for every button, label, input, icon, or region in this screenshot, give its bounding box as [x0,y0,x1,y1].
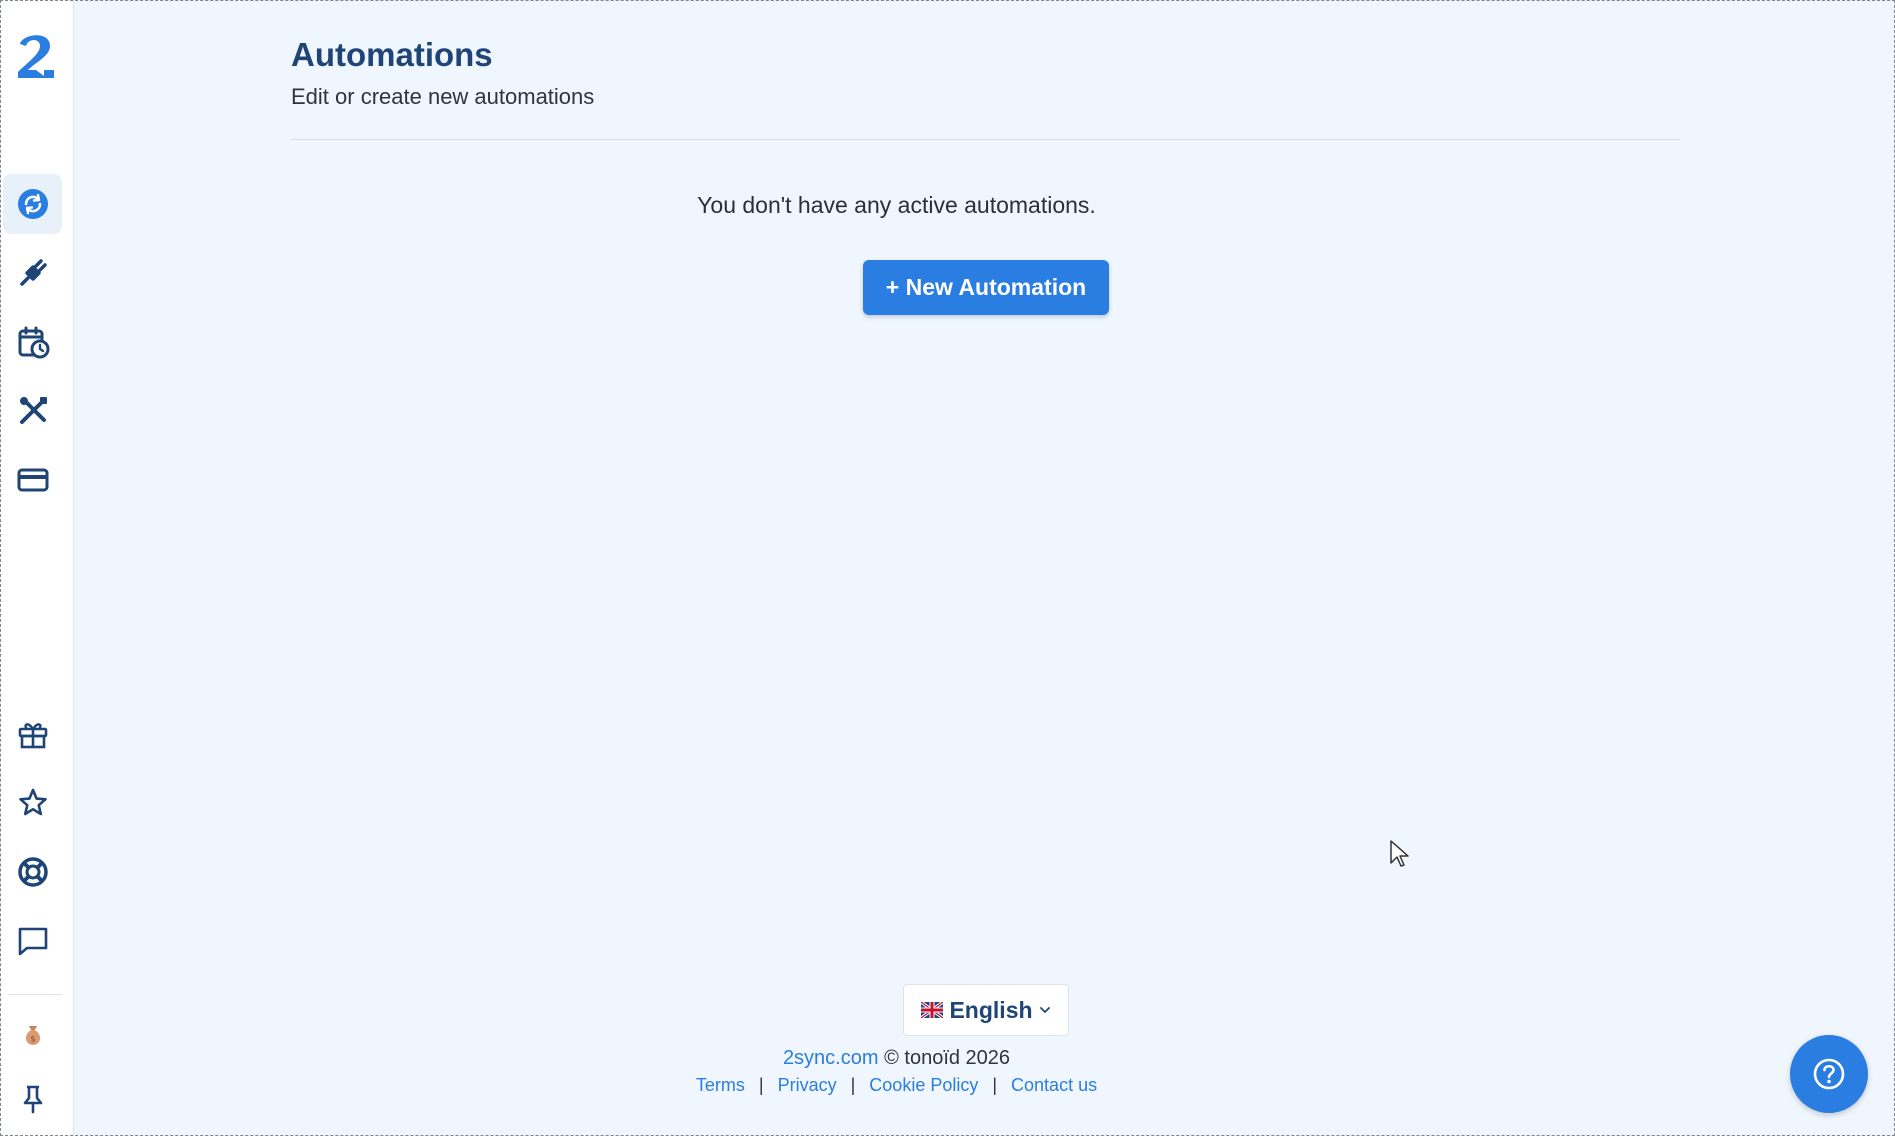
svg-text:$: $ [30,1034,35,1044]
privacy-link[interactable]: Privacy [778,1075,837,1095]
nav-connections[interactable] [3,243,62,303]
footer-separator: | [992,1075,998,1095]
calendar-clock-icon [18,326,49,359]
nav-referral[interactable] [3,704,62,764]
contact-link[interactable]: Contact us [1011,1075,1097,1095]
nav-support[interactable] [3,842,62,902]
tools-icon [19,397,47,424]
nav-schedule[interactable] [3,312,62,372]
header-divider [291,139,1680,140]
plug-icon [19,259,47,286]
nav-automations[interactable] [3,174,62,234]
site-link[interactable]: 2sync.com [783,1047,879,1069]
empty-state-message: You don't have any active automations. [74,192,1895,219]
nav-feedback[interactable] [3,911,62,971]
sidebar-divider [8,994,62,995]
gift-icon [18,723,47,749]
uk-flag-icon [921,1002,944,1018]
language-selector[interactable]: English [903,984,1069,1036]
help-button[interactable] [1790,1035,1868,1113]
credit-card-icon [17,468,48,492]
nav-earnings[interactable]: $ [3,1005,62,1065]
copyright: 2sync.com © tonoïd 2026 [74,1047,1895,1070]
chat-icon [18,927,47,956]
footer-separator: | [850,1075,856,1095]
nav-tools[interactable] [3,381,62,441]
money-bag-icon: $ [25,1025,40,1045]
empty-state-text: You don't have any active automations. [697,192,1096,218]
main-content: Automations Edit or create new automatio… [74,0,1895,1136]
page-title: Automations [291,36,493,73]
new-automation-button[interactable]: + New Automation [863,260,1109,315]
terms-link[interactable]: Terms [696,1075,745,1095]
chevron-down-icon [1039,1007,1050,1014]
pin-icon [23,1085,42,1114]
question-icon [1813,1058,1845,1090]
nav-pin[interactable] [3,1069,62,1129]
footer-separator: | [758,1075,764,1095]
copyright-text: © tonoïd 2026 [884,1047,1011,1069]
star-icon [18,788,47,816]
sync-icon [17,189,48,219]
language-label: English [949,996,1033,1023]
app-logo[interactable] [14,30,58,82]
cookie-policy-link[interactable]: Cookie Policy [869,1075,978,1095]
footer-links: Terms | Privacy | Cookie Policy | Contact us [74,1075,1895,1096]
page-subtitle: Edit or create new automations [291,84,595,109]
sidebar: $ [0,0,74,1136]
nav-review[interactable] [3,773,62,833]
lifebuoy-icon [17,857,48,887]
nav-billing[interactable] [3,450,62,510]
